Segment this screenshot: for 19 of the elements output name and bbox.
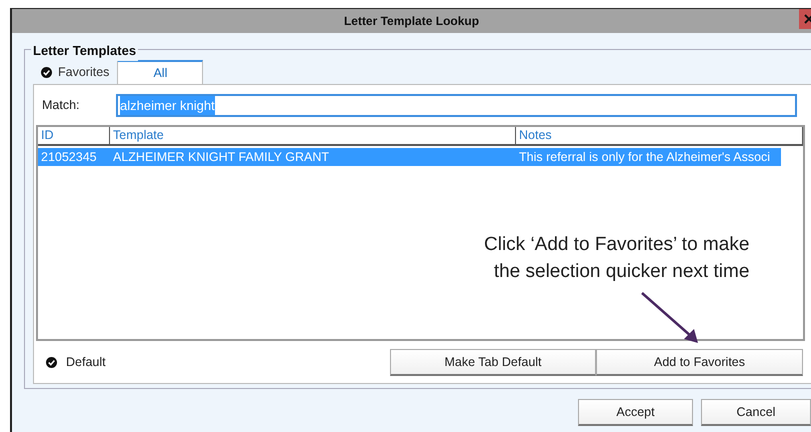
window-title: Letter Template Lookup bbox=[344, 13, 480, 30]
button[interactable]: Cancel bbox=[701, 399, 811, 426]
column-header[interactable]: Template bbox=[110, 127, 516, 146]
button[interactable]: Accept bbox=[578, 399, 693, 426]
tab[interactable]: Favorites bbox=[33, 61, 118, 84]
match-field[interactable]: alzheimer knight bbox=[116, 94, 797, 117]
table-row[interactable]: 21052345 ALZHEIMER KNIGHT FAMILY GRANT This referral is only for the Alzheimer's Associ bbox=[38, 148, 781, 166]
tab[interactable]: All bbox=[117, 60, 204, 84]
table-cell-text: This referral is only for the Alzheimer's Associ bbox=[518, 149, 772, 166]
table-cell-text: 21052345 bbox=[40, 149, 98, 166]
button[interactable]: Add to Favorites bbox=[596, 349, 803, 376]
annotation-text: Click ‘Add to Favorites’ to make the selection quicker next time bbox=[484, 233, 750, 284]
table-cell-text: ALZHEIMER KNIGHT FAMILY GRANT bbox=[112, 149, 330, 166]
close-button[interactable] bbox=[799, 9, 811, 29]
button[interactable]: Make Tab Default bbox=[390, 349, 596, 376]
match-label: Match: bbox=[41, 97, 81, 114]
column-header[interactable]: ID bbox=[38, 127, 110, 146]
default-label: Default bbox=[66, 354, 106, 372]
column-header[interactable]: Notes bbox=[516, 127, 803, 146]
